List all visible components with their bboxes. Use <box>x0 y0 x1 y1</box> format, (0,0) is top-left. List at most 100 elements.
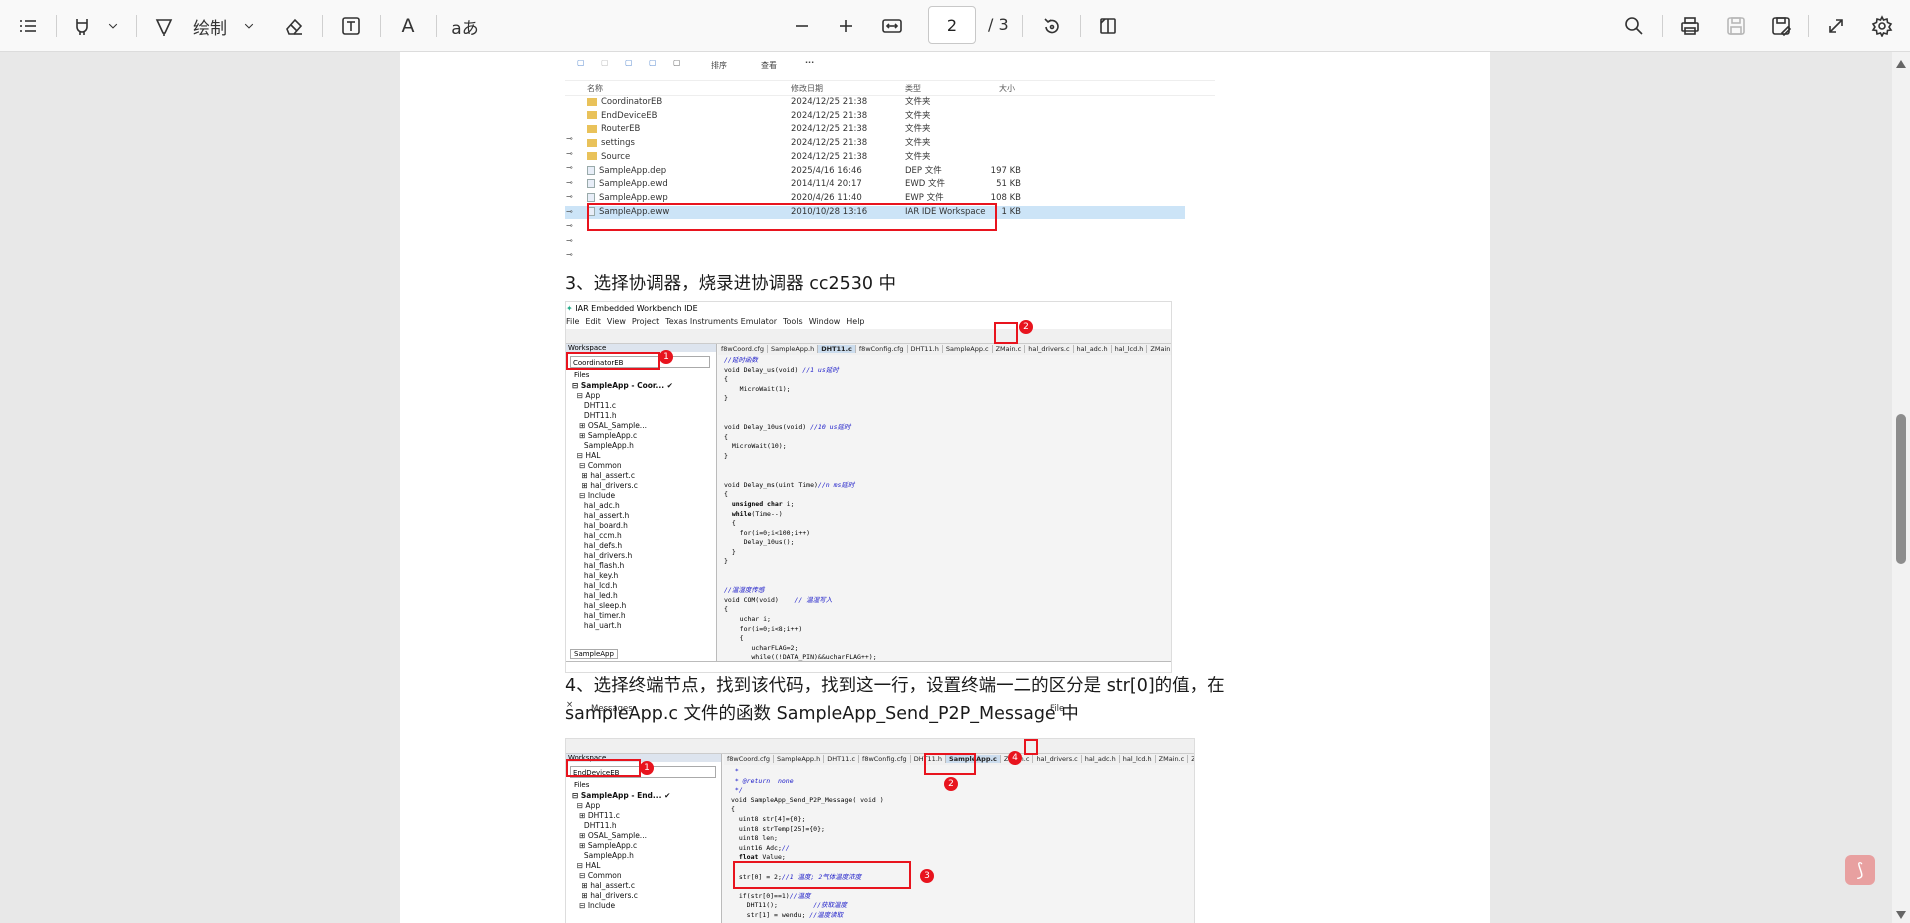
tree-node[interactable]: hal_lcd.h <box>572 581 673 591</box>
tree-node[interactable]: hal_sleep.h <box>572 601 673 611</box>
tree-node[interactable]: ⊟ HAL <box>572 451 673 461</box>
contents-icon[interactable] <box>14 10 42 42</box>
scroll-down-arrow-icon[interactable] <box>1896 911 1906 919</box>
ide-editor-tab[interactable]: ZMain.c <box>1188 755 1194 763</box>
ide-editor-tab[interactable]: f8wCoord.cfg <box>718 345 768 353</box>
tree-node[interactable]: ⊞ OSAL_Sample... <box>572 831 670 841</box>
explorer-file-row[interactable]: SampleApp.ewd 2014/11/4 20:17 EWD 文件 51 KB <box>565 178 1185 191</box>
ide-editor-tab[interactable]: SampleApp.c <box>942 345 993 353</box>
tree-node[interactable]: DHT11.h <box>572 821 670 831</box>
tree-node[interactable]: ⊞ SampleApp.c <box>572 431 673 441</box>
explorer-file-row[interactable]: settings 2024/12/25 21:38 文件夹 <box>565 137 1185 150</box>
ide-editor-tab[interactable]: f8wConfig.cfg <box>855 345 908 353</box>
ide-editor-tab[interactable]: ZMain.c <box>992 345 1026 353</box>
ide-menu-item[interactable]: File <box>566 317 579 326</box>
draw-dropdown-chevron-icon[interactable] <box>240 10 258 42</box>
ide-menu-item[interactable]: Window <box>809 317 841 326</box>
tree-node[interactable]: ⊟ App <box>572 391 673 401</box>
scroll-up-arrow-icon[interactable] <box>1896 60 1906 68</box>
read-aloud-icon[interactable]: A <box>394 10 422 42</box>
ide-menu-item[interactable]: Project <box>632 317 659 326</box>
ide-editor-tab[interactable]: hal_adc.h <box>1073 345 1112 353</box>
explorer-file-row[interactable]: RouterEB 2024/12/25 21:38 文件夹 <box>565 123 1185 136</box>
tree-node[interactable]: ⊟ App <box>572 801 670 811</box>
ide-editor-tab[interactable]: ZMain.c <box>1155 755 1189 763</box>
highlight-dropdown-chevron-icon[interactable] <box>104 10 122 42</box>
fullscreen-icon[interactable] <box>1822 10 1850 42</box>
explorer-file-row[interactable]: Source 2024/12/25 21:38 文件夹 <box>565 151 1185 164</box>
tree-node[interactable]: ⊞ OSAL_Sample... <box>572 421 673 431</box>
tree-node[interactable]: hal_drivers.h <box>572 551 673 561</box>
tree-node[interactable]: hal_uart.h <box>572 621 673 631</box>
search-icon[interactable] <box>1620 10 1648 42</box>
tree-node[interactable]: hal_flash.h <box>572 561 673 571</box>
ide-editor-tab[interactable]: DHT11.c <box>818 345 856 353</box>
tree-node[interactable]: hal_defs.h <box>572 541 673 551</box>
page-view-icon[interactable] <box>1094 10 1122 42</box>
tree-node[interactable]: DHT11.c <box>572 401 673 411</box>
tree-node[interactable]: ⊟ SampleApp - End... ✔ <box>572 791 670 801</box>
tree-node[interactable]: hal_timer.h <box>572 611 673 621</box>
tree-node[interactable]: ⊞ DHT11.c <box>572 811 670 821</box>
ide-editor-tab[interactable]: f8wConfig.cfg <box>859 755 911 763</box>
ide-menu-item[interactable]: Edit <box>585 317 601 326</box>
ide-menu-item[interactable]: Texas Instruments Emulator <box>665 317 777 326</box>
tree-node[interactable]: ⊟ Include <box>572 901 670 911</box>
explorer-file-row[interactable]: EndDeviceEB 2024/12/25 21:38 文件夹 <box>565 110 1185 123</box>
tree-node[interactable]: ⊞ SampleApp.c <box>572 841 670 851</box>
eraser-icon[interactable] <box>280 10 308 42</box>
save-as-icon[interactable] <box>1767 10 1795 42</box>
tree-node[interactable]: hal_assert.h <box>572 511 673 521</box>
tree-node[interactable]: hal_key.h <box>572 571 673 581</box>
ide-editor-tab[interactable]: DHT11.c <box>824 755 860 763</box>
zoom-out-icon[interactable] <box>788 10 816 42</box>
workspace-bottom-tab[interactable]: SampleApp <box>570 649 618 659</box>
scroll-thumb[interactable] <box>1896 414 1906 564</box>
tree-node[interactable]: SampleApp.h <box>572 441 673 451</box>
vertical-scrollbar[interactable] <box>1892 52 1910 923</box>
ide-editor-tab[interactable]: hal_lcd.h <box>1119 755 1156 763</box>
ide-editor-tab[interactable]: f8wCoord.cfg <box>724 755 774 763</box>
ide-editor-tab[interactable]: SampleApp.h <box>773 755 825 763</box>
tree-node[interactable]: hal_led.h <box>572 591 673 601</box>
tree-node[interactable]: hal_adc.h <box>572 501 673 511</box>
draw-label[interactable]: 绘制 <box>188 10 232 42</box>
ide-editor-tab[interactable]: hal_lcd.h <box>1111 345 1148 353</box>
acrobat-icon[interactable]: ⟆ <box>1845 855 1875 885</box>
tree-node[interactable]: ⊟ SampleApp - Coor... ✔ <box>572 381 673 391</box>
ide-menu-item[interactable]: Tools <box>783 317 803 326</box>
explorer-file-row[interactable]: CoordinatorEB 2024/12/25 21:38 文件夹 <box>565 96 1185 109</box>
tree-node[interactable]: hal_ccm.h <box>572 531 673 541</box>
explorer-file-name: SampleApp.dep <box>599 165 667 176</box>
draw-icon[interactable] <box>150 10 178 42</box>
ide-editor-tab[interactable]: hal_adc.h <box>1081 755 1120 763</box>
ide-editor-tab[interactable]: SampleApp.h <box>767 345 819 353</box>
tree-node[interactable]: hal_board.h <box>572 521 673 531</box>
ide-editor-tab[interactable]: DHT11.h <box>907 345 943 353</box>
tree-node[interactable]: ⊟ Include <box>572 491 673 501</box>
tree-node[interactable]: ⊟ Common <box>572 871 670 881</box>
rotate-icon[interactable] <box>1038 10 1066 42</box>
page-number-input[interactable] <box>928 6 976 44</box>
fit-width-icon[interactable] <box>877 10 907 42</box>
tree-node[interactable]: ⊟ HAL <box>572 861 670 871</box>
zoom-in-icon[interactable] <box>832 10 860 42</box>
ide-editor-tab[interactable]: ZMain.c <box>1147 345 1171 353</box>
print-icon[interactable] <box>1676 10 1704 42</box>
translate-icon[interactable]: aあ <box>450 10 480 42</box>
highlight-icon[interactable] <box>68 10 96 42</box>
tree-node[interactable]: ⊞ hal_assert.c <box>572 471 673 481</box>
tree-node[interactable]: SampleApp.h <box>572 851 670 861</box>
tree-node[interactable]: ⊟ Common <box>572 461 673 471</box>
tree-node[interactable]: ⊞ hal_assert.c <box>572 881 670 891</box>
explorer-file-row[interactable]: SampleApp.dep 2025/4/16 16:46 DEP 文件 197 KB <box>565 165 1185 178</box>
ide-menu-item[interactable]: View <box>607 317 626 326</box>
settings-gear-icon[interactable] <box>1868 10 1896 42</box>
text-box-icon[interactable] <box>337 10 365 42</box>
tree-node[interactable]: DHT11.h <box>572 411 673 421</box>
ide-editor-tab[interactable]: hal_drivers.c <box>1033 755 1082 763</box>
tree-node[interactable]: ⊞ hal_drivers.c <box>572 891 670 901</box>
tree-node[interactable]: ⊞ hal_drivers.c <box>572 481 673 491</box>
ide-menu-item[interactable]: Help <box>846 317 864 326</box>
ide-editor-tab[interactable]: hal_drivers.c <box>1025 345 1074 353</box>
